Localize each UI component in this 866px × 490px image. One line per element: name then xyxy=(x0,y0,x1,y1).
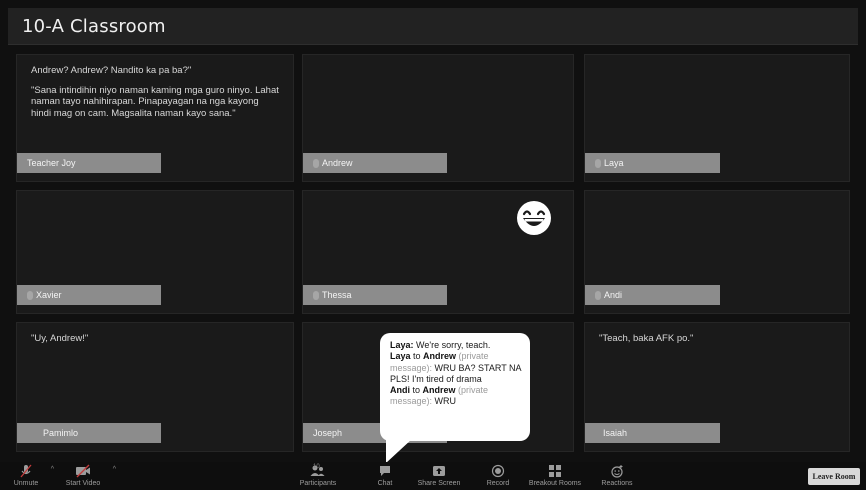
video-tile-andi[interactable]: Andi xyxy=(584,190,850,314)
mic-icon xyxy=(313,291,319,301)
breakout-rooms-icon xyxy=(549,465,561,477)
start-video-label: Start Video xyxy=(65,480,101,487)
speech-line: "Teach, baka AFK po." xyxy=(599,333,694,344)
speech-text: "Uy, Andrew!" xyxy=(31,333,279,353)
muted-mic-icon xyxy=(20,464,32,478)
chat-message: Laya: We're sorry, teach. xyxy=(390,340,522,351)
video-tile-pamimlo[interactable]: "Uy, Andrew!" Pamimlo xyxy=(16,322,294,452)
mic-icon xyxy=(313,159,319,169)
share-screen-icon xyxy=(433,466,445,476)
reactions-button[interactable]: Reactions xyxy=(598,464,636,488)
breakout-rooms-button[interactable]: Breakout Rooms xyxy=(526,464,584,488)
start-video-button[interactable]: Start Video ^ xyxy=(60,464,116,488)
chat-sender: Laya: xyxy=(390,340,414,350)
participant-nameplate: Isaiah xyxy=(585,423,720,443)
participants-count: 10 xyxy=(313,464,320,470)
participant-name: Laya xyxy=(604,158,624,168)
reactions-label: Reactions xyxy=(601,480,633,487)
participant-name: Teacher Joy xyxy=(27,158,76,168)
record-label: Record xyxy=(486,480,510,487)
laughing-emoji-icon xyxy=(517,201,551,235)
video-tile-teacher-joy[interactable]: Andrew? Andrew? Nandito ka pa ba?" "Sana… xyxy=(16,54,294,182)
reactions-icon xyxy=(611,465,623,478)
participant-nameplate: Andi xyxy=(585,285,720,305)
window-title: 10-A Classroom xyxy=(22,16,166,37)
chat-recipient: Andrew xyxy=(422,385,456,396)
chat-message: Andi to Andrew (private message): WRU xyxy=(390,385,522,408)
participant-nameplate: Andrew xyxy=(303,153,447,173)
participant-name: Joseph xyxy=(313,428,343,438)
speech-line: "Sana intindihin niyo naman kaming mga g… xyxy=(31,84,279,119)
video-tile-andrew[interactable]: Andrew xyxy=(302,54,574,182)
chat-recipient: Andrew xyxy=(423,351,457,362)
chat-text: to xyxy=(410,351,424,362)
chat-label: Chat xyxy=(377,480,393,487)
window-title-bar: 10-A Classroom xyxy=(8,8,858,45)
chevron-up-icon[interactable]: ^ xyxy=(113,466,116,474)
unmute-button[interactable]: Unmute ^ xyxy=(8,464,54,488)
video-off-icon xyxy=(76,464,90,478)
video-tile-laya[interactable]: Laya xyxy=(584,54,850,182)
mic-icon xyxy=(595,159,601,169)
chat-text: to xyxy=(410,385,423,396)
speech-text: Andrew? Andrew? Nandito ka pa ba?" "Sana… xyxy=(31,65,279,127)
chat-text: WRU xyxy=(432,396,457,407)
video-tile-xavier[interactable]: Xavier xyxy=(16,190,294,314)
chevron-up-icon[interactable]: ^ xyxy=(51,466,54,474)
speech-line: Andrew? Andrew? Nandito ka pa ba?" xyxy=(31,65,192,76)
share-screen-button[interactable]: Share Screen xyxy=(414,464,464,488)
chat-icon xyxy=(380,466,390,476)
share-screen-label: Share Screen xyxy=(417,480,461,487)
participants-button[interactable]: 10 Participants xyxy=(296,464,340,488)
participant-name: Isaiah xyxy=(603,428,628,438)
participant-nameplate: Thessa xyxy=(303,285,447,305)
participants-label: Participants xyxy=(299,480,337,487)
video-tile-isaiah[interactable]: "Teach, baka AFK po." Isaiah xyxy=(584,322,850,452)
participant-nameplate: Laya xyxy=(585,153,720,173)
chat-text: We're sorry, teach. xyxy=(413,340,491,350)
participant-nameplate: Xavier xyxy=(17,285,161,305)
participant-name: Andrew xyxy=(322,158,353,168)
meeting-toolbar: Unmute ^ Start Video ^ 10 Participants C… xyxy=(0,462,866,490)
participant-name: Pamimlo xyxy=(43,428,79,438)
chat-bubble: Laya: We're sorry, teach. Laya to Andrew… xyxy=(380,333,530,463)
mic-icon xyxy=(595,291,601,301)
chat-sender: Laya xyxy=(390,351,411,362)
chat-button[interactable]: Chat xyxy=(370,464,400,488)
leave-room-button[interactable]: Leave Room xyxy=(808,468,860,485)
participant-name: Thessa xyxy=(322,290,352,300)
chat-message: Laya to Andrew (private message): WRU BA… xyxy=(390,351,522,385)
breakout-rooms-label: Breakout Rooms xyxy=(528,480,582,487)
bubble-tail xyxy=(386,439,412,463)
unmute-label: Unmute xyxy=(13,480,39,487)
speech-text: "Teach, baka AFK po." xyxy=(599,333,835,353)
participant-nameplate: Pamimlo xyxy=(17,423,161,443)
participant-nameplate: Teacher Joy xyxy=(17,153,161,173)
record-button[interactable]: Record xyxy=(484,464,512,488)
chat-sender: Andi xyxy=(390,385,410,396)
record-icon xyxy=(491,464,505,478)
participant-name: Andi xyxy=(604,290,623,300)
speech-line: "Uy, Andrew!" xyxy=(31,333,89,344)
participant-name: Xavier xyxy=(36,290,62,300)
mic-icon xyxy=(27,291,33,301)
